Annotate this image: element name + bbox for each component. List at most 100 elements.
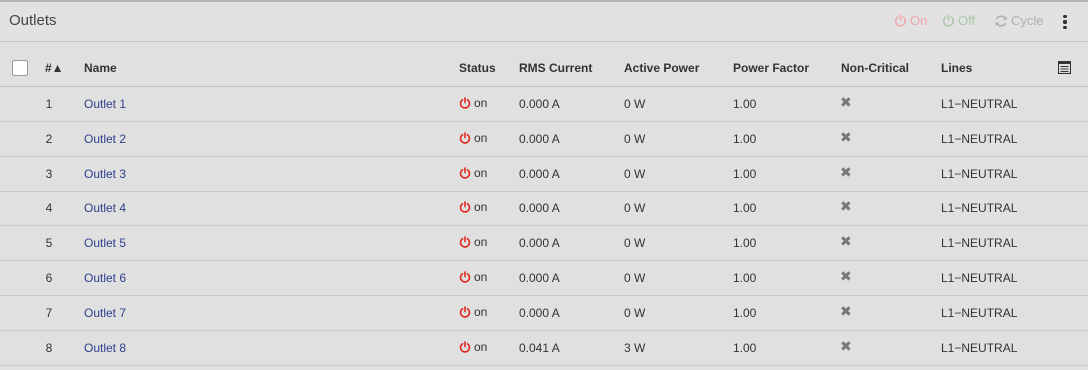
table-row[interactable]: 8 Outlet 8 on 0.041 A 3 W 1.00 ✖ L1−NEUT… (0, 331, 1088, 366)
outlet-name-link[interactable]: Outlet 1 (84, 97, 126, 111)
table-row[interactable]: 7 Outlet 7 on 0.000 A 0 W 1.00 ✖ L1−NEUT… (0, 296, 1088, 331)
outlet-number: 2 (45, 131, 53, 146)
power-icon (459, 271, 471, 283)
refresh-icon (995, 14, 1007, 27)
outlet-name-link[interactable]: Outlet 2 (84, 132, 126, 146)
status-header[interactable]: Status (459, 61, 496, 75)
power-factor-value: 1.00 (733, 97, 757, 111)
outlet-number: 4 (45, 201, 53, 216)
active-power-header[interactable]: Active Power (624, 61, 699, 75)
x-icon: ✖ (840, 233, 852, 250)
active-power-value: 0 W (624, 201, 646, 216)
x-icon: ✖ (840, 268, 852, 284)
lines-value: L1−NEUTRAL (941, 305, 1018, 320)
rms-current-value: 0.000 A (519, 131, 560, 146)
outlet-status: on (459, 131, 487, 145)
outlet-name-link[interactable]: Outlet 3 (84, 167, 126, 181)
power-icon (942, 14, 955, 27)
table-header: #▲ Name Status RMS Current Active Power … (0, 50, 1088, 87)
outlet-status-text: on (474, 96, 488, 110)
x-icon: ✖ (840, 198, 852, 215)
page-title: Outlets (9, 12, 57, 29)
table-row[interactable]: 1 Outlet 1 on 0.000 A 0 W 1.00 ✖ L1−NEUT… (0, 87, 1088, 122)
active-power-value: 3 W (624, 340, 646, 355)
outlet-status-text: on (474, 130, 488, 145)
outlet-status: on (459, 166, 487, 180)
rms-current-value: 0.000 A (519, 271, 560, 285)
lines-header[interactable]: Lines (941, 61, 972, 75)
power-icon (459, 305, 471, 318)
select-all-checkbox[interactable] (12, 60, 28, 76)
lines-value: L1−NEUTRAL (941, 131, 1018, 146)
active-power-value: 0 W (624, 305, 646, 320)
power-icon (459, 131, 471, 144)
x-icon: ✖ (840, 337, 852, 354)
outlet-name-link[interactable]: Outlet 8 (84, 341, 126, 355)
sort-number-header[interactable]: #▲ (45, 61, 64, 75)
outlet-number: 3 (45, 166, 53, 181)
outlet-number: 1 (45, 97, 53, 111)
lines-value: L1−NEUTRAL (941, 340, 1018, 355)
outlet-status: on (459, 235, 487, 249)
power-factor-value: 1.00 (733, 305, 757, 320)
power-icon (459, 236, 471, 248)
lines-value: L1−NEUTRAL (941, 166, 1018, 181)
outlet-name-link[interactable]: Outlet 4 (84, 201, 126, 215)
non-critical-header[interactable]: Non-Critical (841, 61, 909, 75)
outlet-status: on (459, 200, 487, 214)
outlet-status-text: on (474, 165, 488, 180)
rms-current-value: 0.000 A (519, 97, 560, 111)
table-row[interactable]: 2 Outlet 2 on 0.000 A 0 W 1.00 ✖ L1−NEUT… (0, 122, 1088, 157)
table-row[interactable]: 5 Outlet 5 on 0.000 A 0 W 1.00 ✖ L1−NEUT… (0, 226, 1088, 262)
power-factor-value: 1.00 (733, 201, 757, 216)
table-row[interactable]: 6 Outlet 6 on 0.000 A 0 W 1.00 ✖ L1−NEUT… (0, 261, 1088, 296)
outlet-name-link[interactable]: Outlet 5 (84, 236, 126, 250)
power-icon (459, 201, 471, 214)
active-power-value: 0 W (624, 271, 646, 285)
outlets-panel: Outlets On Off Cycle #▲ Name Status RMS … (0, 0, 1088, 370)
outlet-status-text: on (474, 339, 488, 354)
outlet-number: 6 (45, 271, 53, 285)
outlet-number: 5 (45, 236, 53, 251)
active-power-value: 0 W (624, 131, 646, 146)
outlet-status-text: on (474, 235, 488, 250)
rms-current-value: 0.000 A (519, 305, 560, 320)
x-icon: ✖ (840, 128, 852, 145)
name-header[interactable]: Name (84, 61, 117, 75)
outlet-name-link[interactable]: Outlet 7 (84, 306, 126, 320)
outlet-status: on (459, 305, 487, 319)
power-off-button[interactable]: Off (942, 13, 975, 28)
lines-value: L1−NEUTRAL (941, 271, 1018, 285)
outlet-status-text: on (474, 270, 488, 284)
power-factor-header[interactable]: Power Factor (733, 61, 809, 75)
active-power-value: 0 W (624, 97, 646, 111)
table-row[interactable]: 3 Outlet 3 on 0.000 A 0 W 1.00 ✖ L1−NEUT… (0, 157, 1088, 192)
power-factor-value: 1.00 (733, 271, 757, 285)
power-cycle-label: Cycle (1011, 13, 1044, 28)
power-cycle-button[interactable]: Cycle (994, 13, 1044, 28)
power-factor-value: 1.00 (733, 166, 757, 181)
lines-value: L1−NEUTRAL (941, 97, 1018, 111)
power-factor-value: 1.00 (733, 340, 757, 355)
rms-current-header[interactable]: RMS Current (519, 61, 592, 75)
power-on-label: On (910, 13, 928, 28)
power-icon (894, 14, 907, 27)
rms-current-value: 0.000 A (519, 236, 560, 251)
outlet-number: 8 (45, 340, 53, 355)
power-icon (459, 166, 471, 179)
power-icon (459, 97, 471, 109)
power-on-button[interactable]: On (894, 13, 927, 28)
active-power-value: 0 W (624, 236, 646, 251)
rms-current-value: 0.000 A (519, 166, 560, 181)
lines-value: L1−NEUTRAL (941, 201, 1018, 216)
outlet-status: on (459, 340, 487, 354)
table-row[interactable]: 4 Outlet 4 on 0.000 A 0 W 1.00 ✖ L1−NEUT… (0, 191, 1088, 227)
kebab-menu-icon[interactable] (1059, 13, 1071, 31)
rms-current-value: 0.000 A (519, 201, 560, 216)
column-chooser-icon[interactable] (1057, 60, 1072, 77)
power-off-label: Off (958, 13, 976, 28)
power-factor-value: 1.00 (733, 131, 757, 146)
x-icon: ✖ (840, 302, 852, 319)
outlet-status: on (459, 270, 487, 284)
outlet-name-link[interactable]: Outlet 6 (84, 271, 126, 285)
